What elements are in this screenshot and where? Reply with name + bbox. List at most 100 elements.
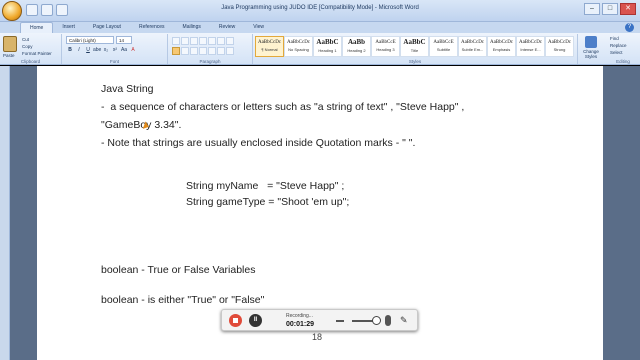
copy-button[interactable]: Copy — [22, 44, 33, 49]
recording-timer: 00:01:29 — [286, 321, 315, 328]
select-button[interactable]: Select — [610, 50, 623, 55]
ribbon-tabs: Home Insert Page Layout References Maili… — [0, 22, 640, 33]
style-name: Heading 3 — [376, 47, 395, 52]
style-heading-3[interactable]: AaBbCcE Heading 3 — [371, 36, 400, 57]
tab-view[interactable]: View — [244, 22, 273, 33]
doc-line-boolean-title: boolean - True or False Variables — [101, 264, 256, 276]
change-styles-label: Change Styles — [583, 49, 599, 59]
microphone-icon[interactable] — [385, 315, 391, 326]
doc-heading-java-string: Java String — [101, 83, 154, 95]
strikethrough-button[interactable]: abe — [93, 46, 101, 54]
help-icon[interactable]: ? — [625, 23, 634, 32]
style-name: No Spacing — [288, 47, 309, 52]
align-left-icon[interactable] — [172, 47, 180, 55]
style-no-spacing[interactable]: AaBbCcDc No Spacing — [284, 36, 313, 57]
close-button[interactable]: ✕ — [620, 3, 636, 15]
bold-button[interactable]: B — [66, 46, 74, 54]
style-sample: AaBbCcDc — [257, 40, 282, 45]
doc-line-string-definition: - a sequence of characters or letters su… — [101, 101, 465, 113]
font-color-button[interactable]: A — [129, 46, 137, 54]
clipboard-group: Paste Cut Copy Format Painter Clipboard — [0, 34, 62, 64]
multilevel-list-icon[interactable] — [190, 37, 198, 45]
minimize-button[interactable]: – — [584, 3, 600, 15]
style-sample: AaBbCcDc — [489, 40, 514, 45]
numbering-icon[interactable] — [181, 37, 189, 45]
style-name: Title — [410, 48, 419, 53]
change-case-button[interactable]: Aa — [120, 46, 128, 54]
stop-recording-button[interactable] — [229, 314, 242, 327]
bullets-icon[interactable] — [172, 37, 180, 45]
tab-review[interactable]: Review — [210, 22, 244, 33]
paste-button[interactable]: Paste — [3, 53, 15, 58]
paragraph-row-1 — [172, 37, 234, 45]
style-name: Strong — [553, 47, 566, 52]
style-name: Intense E... — [520, 47, 541, 52]
style-subtle-emphasis[interactable]: AaBbCcDc Subtle Em... — [458, 36, 487, 57]
style-name: ¶ Normal — [261, 47, 278, 52]
subscript-button[interactable]: x₂ — [102, 46, 110, 54]
recording-status: Recording... — [286, 313, 313, 319]
find-button[interactable]: Find — [610, 36, 619, 41]
superscript-button[interactable]: x² — [111, 46, 119, 54]
style-emphasis[interactable]: AaBbCcDc Emphasis — [487, 36, 516, 57]
ribbon: Paste Cut Copy Format Painter Clipboard … — [0, 33, 640, 65]
maximize-button[interactable]: □ — [602, 3, 618, 15]
style-sample: AaBbCcDc — [286, 40, 311, 45]
justify-icon[interactable] — [199, 47, 207, 55]
cut-button[interactable]: Cut — [22, 37, 29, 42]
font-format-buttons: B I U abe x₂ x² Aa A — [66, 46, 137, 54]
shading-icon[interactable] — [217, 47, 225, 55]
line-spacing-icon[interactable] — [208, 47, 216, 55]
doc-code-myname: String myName = "Steve Happ" ; — [186, 180, 345, 192]
tab-home[interactable]: Home — [20, 22, 54, 33]
doc-code-gametype: String gameType = "Shoot 'em up"; — [186, 196, 350, 208]
style-intense-emphasis[interactable]: AaBbCcDc Intense E... — [516, 36, 545, 57]
pause-recording-button[interactable]: II — [249, 314, 262, 327]
styles-group: AaBbCcDc ¶ Normal AaBbCcDc No Spacing Aa… — [253, 34, 578, 64]
volume-slider-knob[interactable] — [372, 316, 381, 325]
office-button[interactable] — [2, 1, 22, 21]
style-sample: AaBb — [347, 38, 366, 46]
style-heading-2[interactable]: AaBb Heading 2 — [342, 36, 371, 57]
sort-icon[interactable] — [217, 37, 225, 45]
change-styles-icon — [585, 36, 597, 48]
font-size-select[interactable]: 14 — [116, 36, 132, 44]
styles-group-label: Styles — [408, 59, 422, 64]
vertical-ruler — [0, 66, 10, 360]
increase-indent-icon[interactable] — [208, 37, 216, 45]
doc-line-boolean-def: boolean - is either "True" or "False" — [101, 294, 265, 306]
decrease-indent-icon[interactable] — [199, 37, 207, 45]
font-name-select[interactable]: Calibri (Light) — [66, 36, 114, 44]
style-name: Emphasis — [492, 47, 511, 52]
title-bar: Java Programming using JUDO IDE [Compati… — [0, 0, 640, 22]
style-title[interactable]: AaBbC Title — [400, 36, 429, 57]
style-sample: AaBbCcE — [433, 40, 454, 45]
align-center-icon[interactable] — [181, 47, 189, 55]
tab-mailings[interactable]: Mailings — [174, 22, 210, 33]
style-normal[interactable]: AaBbCcDc ¶ Normal — [255, 36, 284, 57]
tab-references[interactable]: References — [130, 22, 174, 33]
replace-button[interactable]: Replace — [610, 43, 627, 48]
style-heading-1[interactable]: AaBbC Heading 1 — [313, 36, 342, 57]
tab-insert[interactable]: Insert — [53, 22, 84, 33]
editing-group-label: Editing — [616, 59, 630, 64]
editing-group: Find Replace Select Editing — [606, 34, 640, 64]
underline-button[interactable]: U — [84, 46, 92, 54]
tab-page-layout[interactable]: Page Layout — [84, 22, 130, 33]
style-sample: AaBbCcE — [375, 40, 396, 45]
paste-icon[interactable] — [3, 36, 17, 52]
style-name: Heading 1 — [318, 48, 337, 53]
style-subtitle[interactable]: AaBbCcE Subtitle — [429, 36, 458, 57]
style-name: Subtitle — [436, 47, 451, 52]
format-painter-button[interactable]: Format Painter — [22, 51, 52, 56]
change-styles-button[interactable]: Change Styles — [580, 36, 602, 59]
show-marks-icon[interactable] — [226, 37, 234, 45]
style-sample: AaBbCcDc — [547, 40, 572, 45]
align-right-icon[interactable] — [190, 47, 198, 55]
borders-icon[interactable] — [226, 47, 234, 55]
italic-button[interactable]: I — [75, 46, 83, 54]
window-controls: – □ ✕ — [584, 3, 636, 15]
style-strong[interactable]: AaBbCcDc Strong — [545, 36, 574, 57]
window-title: Java Programming using JUDO IDE [Compati… — [221, 5, 419, 11]
pen-icon[interactable]: ✎ — [400, 315, 411, 326]
